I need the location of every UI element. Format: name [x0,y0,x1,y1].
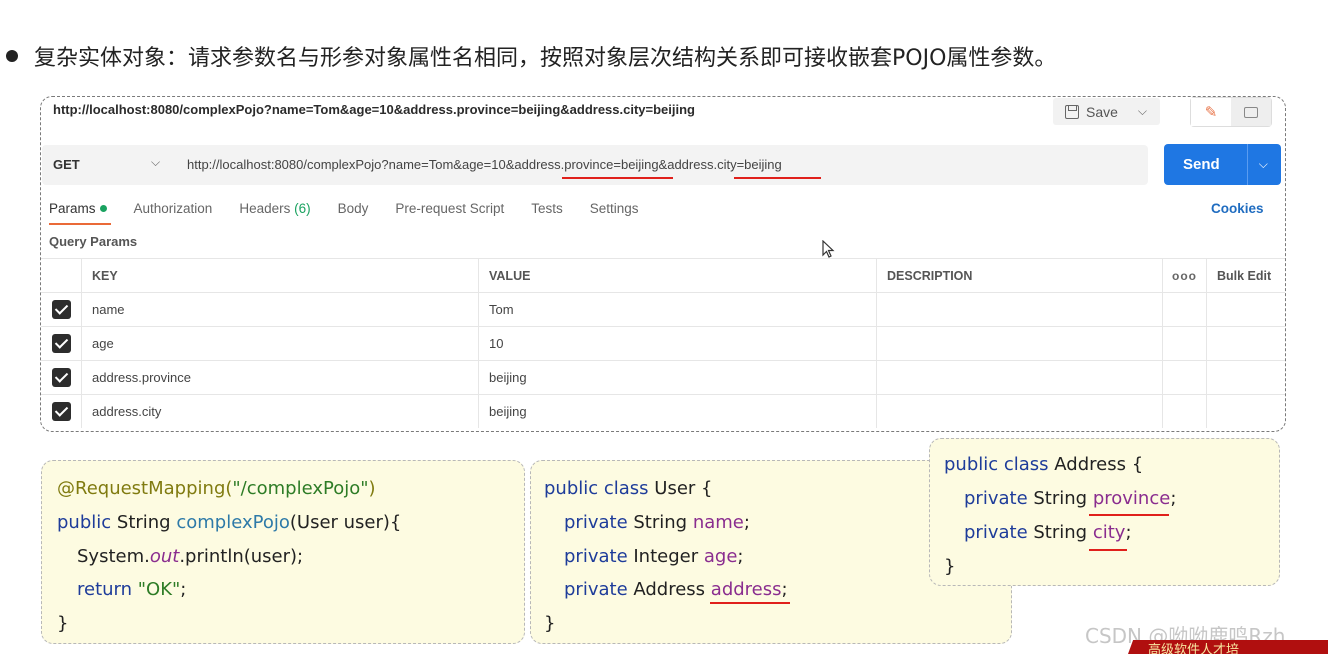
param-description[interactable] [877,361,1163,394]
code-line: private Integer age; [564,546,744,567]
bulk-edit-button[interactable]: Bulk Edit [1207,259,1285,292]
param-key[interactable]: age [82,327,479,360]
table-row: address.city beijing [41,394,1285,428]
query-params-heading: Query Params [49,234,138,249]
code-line: System.out.println(user); [77,546,304,567]
param-key[interactable]: address.city [82,395,479,428]
param-key[interactable]: name [82,293,479,326]
chevron-down-icon[interactable]: ⌵ [1138,104,1147,119]
checkbox[interactable] [51,368,71,387]
code-line: private Address address; [564,579,788,600]
param-description[interactable] [877,395,1163,428]
divider [1246,144,1248,185]
code-line: return "OK"; [77,579,187,600]
param-key[interactable]: address.province [82,361,479,394]
checkbox[interactable] [51,334,71,353]
comment-icon[interactable] [1231,98,1271,126]
col-description: DESCRIPTION [877,259,1163,292]
param-value[interactable]: beijing [479,361,877,394]
highlight-underline [562,177,673,179]
highlight-underline [710,602,790,604]
active-dot-icon [99,205,107,212]
code-line: @RequestMapping("/complexPojo") [57,478,376,499]
checkbox[interactable] [51,300,71,319]
chevron-down-icon[interactable]: ⌵ [151,155,160,170]
tab-settings[interactable]: Settings [590,201,639,216]
corner-banner: 高级软件人才培 [1128,640,1328,654]
send-button[interactable]: Send ⌵ [1164,144,1281,185]
request-title: http://localhost:8080/complexPojo?name=T… [53,102,696,117]
param-value[interactable]: beijing [479,395,877,428]
mouse-cursor-icon [822,240,835,258]
tab-params[interactable]: Params [49,201,111,225]
address-class-code-box: public class Address { private String pr… [929,438,1280,586]
cookies-link[interactable]: Cookies [1211,201,1264,216]
table-header-row: KEY VALUE DESCRIPTION ooo Bulk Edit [41,258,1285,292]
save-icon [1065,104,1079,119]
code-line: } [944,556,956,577]
params-table: KEY VALUE DESCRIPTION ooo Bulk Edit name… [41,258,1285,428]
bullet-text: 复杂实体对象：请求参数名与形参对象属性名相同，按照对象层次结构关系即可接收嵌套P… [34,46,1057,71]
param-description[interactable] [877,293,1163,326]
highlight-underline [734,177,821,179]
code-line: } [57,613,69,634]
col-value: VALUE [479,259,877,292]
param-value[interactable]: 10 [479,327,877,360]
pencil-icon[interactable]: ✎ [1191,98,1231,126]
save-label: Save [1086,103,1118,120]
url-input[interactable]: http://localhost:8080/complexPojo?name=T… [187,157,782,172]
bullet-heading: 复杂实体对象：请求参数名与形参对象属性名相同，按照对象层次结构关系即可接收嵌套P… [6,40,1056,72]
code-line: public class User { [544,478,713,499]
postman-request-panel: http://localhost:8080/complexPojo?name=T… [40,96,1286,432]
highlight-underline [1089,514,1169,516]
bullet-dot [6,50,18,62]
view-toggle-group: ✎ [1190,97,1272,127]
code-line: public class Address { [944,454,1144,475]
send-label: Send [1183,156,1220,173]
save-button[interactable]: Save ⌵ [1053,98,1160,125]
tab-pre-request-script[interactable]: Pre-request Script [395,201,504,216]
chevron-down-icon[interactable]: ⌵ [1259,157,1268,172]
table-row: name Tom [41,292,1285,326]
table-row: address.province beijing [41,360,1285,394]
tab-authorization[interactable]: Authorization [134,201,213,216]
more-icon[interactable]: ooo [1163,259,1207,292]
param-value[interactable]: Tom [479,293,877,326]
col-key: KEY [82,259,479,292]
code-line: private String name; [564,512,750,533]
controller-code-box: @RequestMapping("/complexPojo") public S… [41,460,525,644]
checkbox[interactable] [51,402,71,421]
tab-headers[interactable]: Headers (6) [239,201,310,216]
method-select[interactable]: GET [53,157,80,172]
tab-body[interactable]: Body [338,201,369,216]
tab-tests[interactable]: Tests [531,201,563,216]
request-bar: GET ⌵ http://localhost:8080/complexPojo?… [42,145,1148,185]
table-row: age 10 [41,326,1285,360]
code-line: } [544,613,556,634]
code-line: private String city; [964,522,1132,543]
request-tabs: Params Authorization Headers (6) Body Pr… [49,201,666,225]
code-line: public String complexPojo(User user){ [57,512,402,533]
highlight-underline [1089,549,1127,551]
code-line: private String province; [964,488,1177,509]
param-description[interactable] [877,327,1163,360]
